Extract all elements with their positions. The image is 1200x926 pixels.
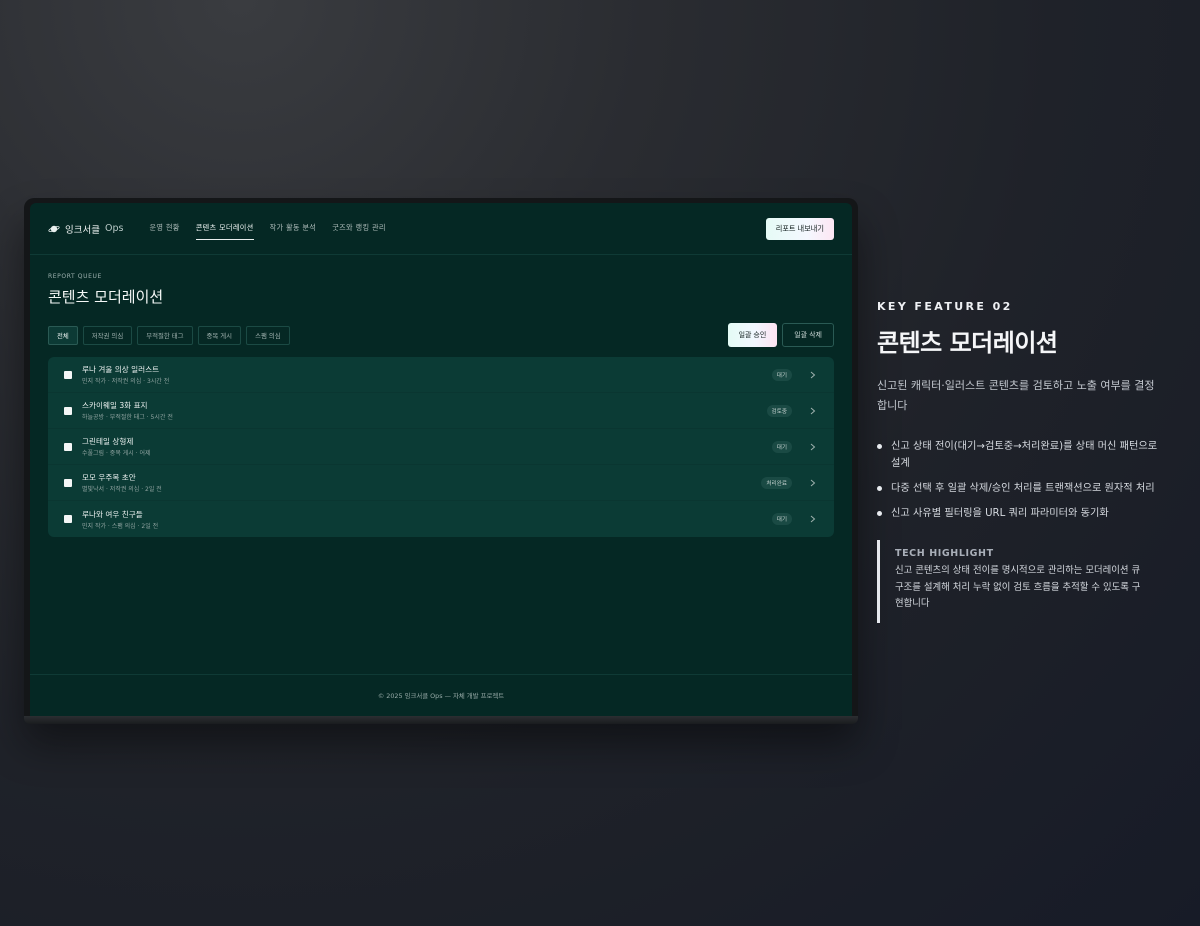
main-content: REPORT QUEUE 콘텐츠 모더레이션 전체 저작권 의심 부적절한 태그… bbox=[30, 255, 852, 537]
row-title: 루나와 여우 친구들 bbox=[82, 509, 143, 519]
laptop-base bbox=[24, 716, 858, 724]
nav-item-dashboard[interactable]: 운영 현황 bbox=[149, 217, 179, 240]
chevron-right-icon[interactable] bbox=[810, 407, 816, 415]
list-item[interactable]: 모모 우주복 초안 별빛낙서 · 저작권 의심 · 2일 전 처리완료 bbox=[48, 465, 834, 501]
filter-chips: 전체 저작권 의심 부적절한 태그 중복 게시 스팸 의심 bbox=[48, 325, 290, 345]
page-title: 콘텐츠 모더레이션 bbox=[48, 288, 164, 306]
list-item[interactable]: 그린테일 상형제 수풀그림 · 중복 게시 · 어제 대기 bbox=[48, 429, 834, 465]
row-title: 스카이웨일 3화 표지 bbox=[82, 401, 148, 410]
nav-item-creator-analytics[interactable]: 작가 활동 분석 bbox=[270, 217, 317, 240]
row-checkbox[interactable] bbox=[64, 478, 72, 487]
filter-copyright[interactable]: 저작권 의심 bbox=[82, 325, 133, 345]
feature-title: 콘텐츠 모더레이션 bbox=[877, 329, 1058, 357]
row-meta: 민지 작가 · 스팸 의심 · 2일 전 bbox=[82, 522, 159, 530]
row-title: 루나 겨울 의상 일러스트 bbox=[82, 365, 160, 374]
row-title: 모모 우주복 초안 bbox=[82, 473, 136, 482]
page-eyebrow: REPORT QUEUE bbox=[48, 273, 102, 280]
tech-highlight-title: TECH HIGHLIGHT bbox=[895, 548, 994, 559]
filter-inappropriate-tag[interactable]: 부적절한 태그 bbox=[137, 325, 193, 345]
brand-suffix: Ops bbox=[104, 223, 124, 234]
row-checkbox[interactable] bbox=[64, 370, 72, 379]
report-list: 루나 겨울 의상 일러스트 민지 작가 · 저작권 의심 · 3시간 전 대기 … bbox=[48, 357, 834, 537]
row-text: 그린테일 상형제 수풀그림 · 중복 게시 · 어제 bbox=[82, 436, 151, 457]
bulk-delete-button[interactable]: 일괄 삭제 bbox=[782, 323, 834, 347]
bulk-approve-button[interactable]: 일괄 승인 bbox=[727, 323, 778, 347]
row-title: 그린테일 상형제 bbox=[82, 437, 134, 446]
row-text: 스카이웨일 3화 표지 하늘공방 · 부적절한 태그 · 5시간 전 bbox=[82, 400, 173, 421]
list-item[interactable]: 루나 겨울 의상 일러스트 민지 작가 · 저작권 의심 · 3시간 전 대기 bbox=[48, 357, 834, 393]
chevron-right-icon[interactable] bbox=[810, 371, 816, 379]
feature-bullets: 신고 상태 전이(대기→검토중→처리완료)를 상태 머신 패턴으로 설계 다중 … bbox=[877, 438, 1167, 522]
filter-spam[interactable]: 스팸 의심 bbox=[246, 325, 290, 345]
tech-highlight: TECH HIGHLIGHT 신고 콘텐츠의 상태 전이를 명시적으로 관리하는… bbox=[877, 540, 1147, 623]
nav-item-goods-ranking[interactable]: 굿즈와 랭킹 관리 bbox=[332, 217, 386, 240]
brand-name: 잉크서클 bbox=[65, 224, 100, 236]
status-badge: 대기 bbox=[771, 368, 792, 381]
feature-eyebrow: KEY FEATURE 02 bbox=[877, 300, 1013, 313]
toolbar: 전체 저작권 의심 부적절한 태그 중복 게시 스팸 의심 일괄 승인 일괄 삭… bbox=[48, 323, 834, 347]
row-meta: 별빛낙서 · 저작권 의심 · 2일 전 bbox=[82, 486, 162, 493]
status-badge: 대기 bbox=[771, 513, 792, 525]
filter-duplicate[interactable]: 중복 게시 bbox=[197, 325, 242, 345]
row-checkbox[interactable] bbox=[64, 515, 72, 523]
feature-panel: KEY FEATURE 02 콘텐츠 모더레이션 신고된 캐릭터·일러스트 콘텐… bbox=[877, 300, 1167, 623]
app-footer: © 2025 잉크서클 Ops — 자체 개발 프로젝트 bbox=[30, 674, 852, 716]
row-meta: 민지 작가 · 저작권 의심 · 3시간 전 bbox=[82, 378, 170, 385]
feature-description: 신고된 캐릭터·일러스트 콘텐츠를 검토하고 노출 여부를 결정합니다 bbox=[877, 379, 1155, 412]
feature-bullet: 신고 사유별 필터링을 URL 쿼리 파라미터와 동기화 bbox=[877, 505, 1167, 522]
app-screen: 잉크서클 Ops 운영 현황 콘텐츠 모더레이션 작가 활동 분석 굿즈와 랭킹… bbox=[30, 203, 852, 716]
status-badge: 검토중 bbox=[766, 404, 792, 417]
nav-item-moderation[interactable]: 콘텐츠 모더레이션 bbox=[195, 217, 254, 240]
chevron-right-icon[interactable] bbox=[810, 515, 816, 523]
export-report-button[interactable]: 리포트 내보내기 bbox=[765, 217, 834, 240]
feature-bullet: 신고 상태 전이(대기→검토중→처리완료)를 상태 머신 패턴으로 설계 bbox=[877, 438, 1167, 472]
list-item[interactable]: 스카이웨일 3화 표지 하늘공방 · 부적절한 태그 · 5시간 전 검토중 bbox=[48, 393, 834, 429]
status-badge: 대기 bbox=[771, 440, 792, 453]
row-text: 루나와 여우 친구들 민지 작가 · 스팸 의심 · 2일 전 bbox=[82, 509, 158, 530]
chevron-right-icon[interactable] bbox=[810, 479, 816, 487]
row-checkbox[interactable] bbox=[64, 406, 72, 415]
row-text: 모모 우주복 초안 별빛낙서 · 저작권 의심 · 2일 전 bbox=[82, 472, 162, 493]
filter-all[interactable]: 전체 bbox=[48, 325, 78, 345]
row-text: 루나 겨울 의상 일러스트 민지 작가 · 저작권 의심 · 3시간 전 bbox=[82, 364, 169, 385]
app-header: 잉크서클 Ops 운영 현황 콘텐츠 모더레이션 작가 활동 분석 굿즈와 랭킹… bbox=[30, 203, 852, 255]
laptop-mockup: 잉크서클 Ops 운영 현황 콘텐츠 모더레이션 작가 활동 분석 굿즈와 랭킹… bbox=[24, 198, 858, 720]
list-item[interactable]: 루나와 여우 친구들 민지 작가 · 스팸 의심 · 2일 전 대기 bbox=[48, 501, 834, 537]
main-nav: 운영 현황 콘텐츠 모더레이션 작가 활동 분석 굿즈와 랭킹 관리 bbox=[149, 217, 385, 240]
row-meta: 수풀그림 · 중복 게시 · 어제 bbox=[82, 450, 151, 457]
tech-highlight-body: 신고 콘텐츠의 상태 전이를 명시적으로 관리하는 모더레이션 큐 구조를 설계… bbox=[895, 565, 1141, 609]
feature-bullet: 다중 선택 후 일괄 삭제/승인 처리를 트랜잭션으로 원자적 처리 bbox=[877, 480, 1167, 497]
status-badge: 처리완료 bbox=[761, 476, 792, 489]
planet-icon bbox=[48, 225, 60, 232]
row-checkbox[interactable] bbox=[64, 442, 72, 451]
row-meta: 하늘공방 · 부적절한 태그 · 5시간 전 bbox=[82, 414, 173, 421]
bulk-actions: 일괄 승인 일괄 삭제 bbox=[727, 323, 834, 347]
brand-logo[interactable]: 잉크서클 Ops bbox=[48, 222, 123, 236]
chevron-right-icon[interactable] bbox=[810, 443, 816, 451]
